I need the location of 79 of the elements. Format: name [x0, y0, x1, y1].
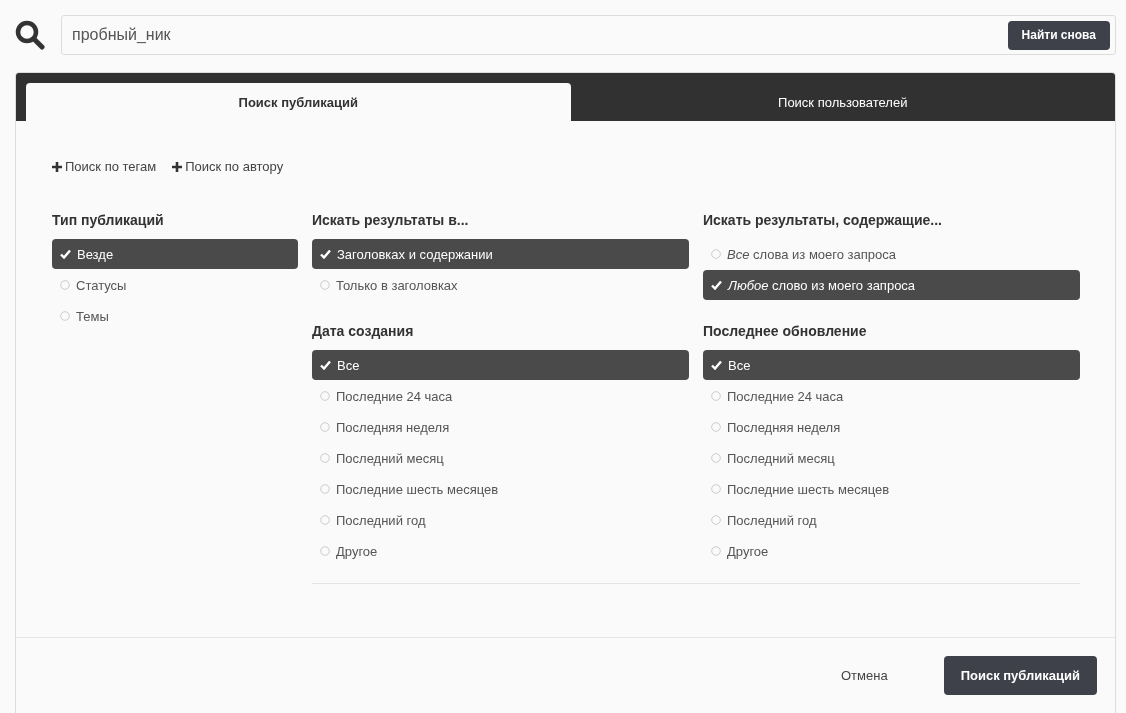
- check-icon: [320, 249, 331, 259]
- option-item[interactable]: Только в заголовках: [312, 270, 689, 300]
- radio-icon: [711, 422, 721, 432]
- option-label: Везде: [77, 246, 114, 262]
- search-icon[interactable]: [15, 20, 45, 50]
- option-label: Последние 24 часа: [727, 388, 844, 404]
- option-item[interactable]: Все: [312, 350, 689, 380]
- option-item[interactable]: Последний год: [703, 505, 1080, 535]
- option-item[interactable]: Последние 24 часа: [703, 381, 1080, 411]
- option-label: Последние шесть месяцев: [336, 481, 499, 497]
- group-title: Искать результаты, содержащие...: [703, 211, 943, 230]
- option-label: Только в заголовках: [336, 277, 458, 293]
- option-item[interactable]: Другое: [312, 536, 689, 566]
- option-item[interactable]: Статусы: [52, 270, 298, 300]
- radio-icon: [320, 484, 330, 494]
- option-label: Все: [728, 357, 751, 373]
- option-label: Последние шесть месяцев: [727, 481, 890, 497]
- radio-icon: [320, 515, 330, 525]
- option-item[interactable]: Все: [703, 350, 1080, 380]
- radio-icon: [320, 546, 330, 556]
- plus-icon: [52, 161, 62, 172]
- option-label: Другое: [727, 543, 769, 559]
- radio-icon: [711, 546, 721, 556]
- radio-icon: [60, 280, 70, 290]
- group-title: Тип публикаций: [52, 211, 165, 230]
- option-item[interactable]: Последний год: [312, 505, 689, 535]
- group-title: Дата создания: [312, 322, 415, 341]
- add-filter-link[interactable]: Поиск по автору: [172, 159, 284, 174]
- option-item[interactable]: Везде: [52, 239, 298, 269]
- radio-icon: [711, 484, 721, 494]
- group-title: Последнее обновление: [703, 322, 868, 341]
- option-item[interactable]: Все слова из моего запроса: [703, 239, 1080, 269]
- radio-icon: [320, 280, 330, 290]
- option-label: Последняя неделя: [336, 419, 450, 435]
- check-icon: [60, 249, 71, 259]
- search-again-button[interactable]: Найти снова: [1007, 20, 1110, 50]
- cancel-button[interactable]: Отмена: [840, 668, 888, 683]
- option-item[interactable]: Последняя неделя: [312, 412, 689, 442]
- option-label: Статусы: [76, 277, 127, 293]
- option-item[interactable]: Другое: [703, 536, 1080, 566]
- radio-icon: [711, 249, 721, 259]
- radio-icon: [60, 311, 70, 321]
- option-item[interactable]: Последние шесть месяцев: [703, 474, 1080, 504]
- plus-icon: [172, 161, 183, 172]
- option-item[interactable]: Последняя неделя: [703, 412, 1080, 442]
- radio-icon: [320, 453, 330, 463]
- option-label: Последний месяц: [336, 450, 444, 466]
- check-icon: [711, 280, 722, 290]
- option-item[interactable]: Заголовках и содержании: [312, 239, 689, 269]
- option-item[interactable]: Последние 24 часа: [312, 381, 689, 411]
- radio-icon: [711, 391, 721, 401]
- option-label: Все слова из моего запроса: [727, 246, 897, 262]
- option-label: Темы: [76, 308, 109, 324]
- radio-icon: [320, 422, 330, 432]
- search-field[interactable]: пробный_ник Найти снова: [61, 15, 1116, 55]
- group-title: Искать результаты в...: [312, 211, 470, 230]
- option-label: Последняя неделя: [727, 419, 841, 435]
- option-item[interactable]: Последние шесть месяцев: [312, 474, 689, 504]
- option-label: Другое: [336, 543, 378, 559]
- check-icon: [320, 360, 331, 370]
- option-item[interactable]: Любое слово из моего запроса: [703, 270, 1080, 300]
- option-label: Последние 24 часа: [336, 388, 453, 404]
- add-filter-link[interactable]: Поиск по тегам: [52, 159, 157, 174]
- tab[interactable]: Поиск публикаций: [26, 83, 571, 121]
- option-item[interactable]: Последний месяц: [703, 443, 1080, 473]
- option-label: Последний год: [336, 512, 426, 528]
- option-label: Последний месяц: [727, 450, 835, 466]
- option-item[interactable]: Последний месяц: [312, 443, 689, 473]
- submit-button[interactable]: Поиск публикаций: [943, 656, 1097, 695]
- radio-icon: [320, 391, 330, 401]
- option-label: Все: [337, 357, 360, 373]
- radio-icon: [711, 515, 721, 525]
- option-item[interactable]: Темы: [52, 301, 298, 331]
- option-label: Любое слово из моего запроса: [728, 277, 916, 293]
- option-label: Заголовках и содержании: [337, 246, 493, 262]
- check-icon: [711, 360, 722, 370]
- tab[interactable]: Поиск пользователей: [570, 83, 1115, 121]
- option-label: Последний год: [727, 512, 817, 528]
- radio-icon: [711, 453, 721, 463]
